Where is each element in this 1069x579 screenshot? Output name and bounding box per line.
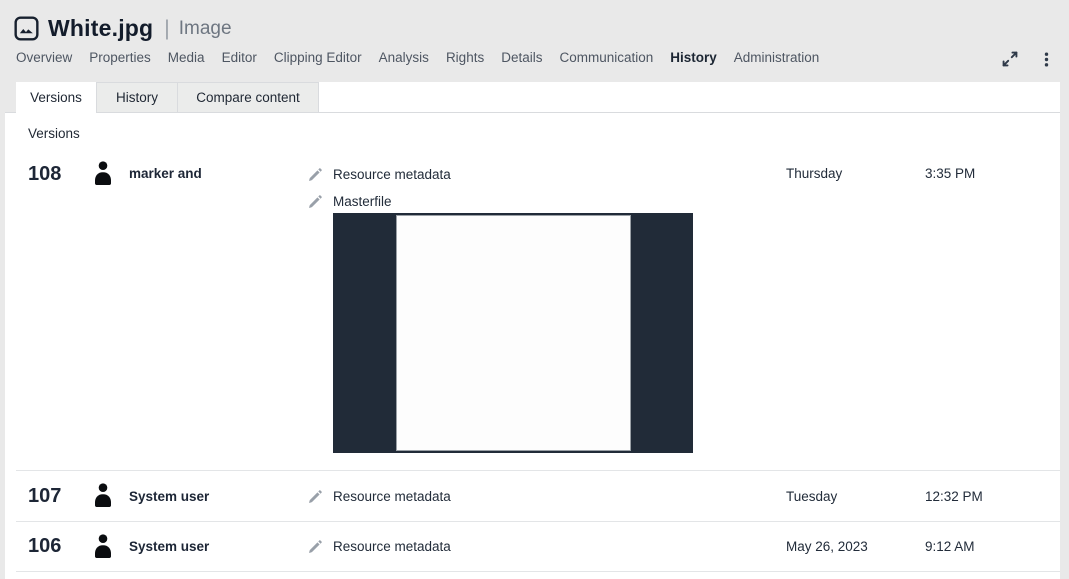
asset-type-label: Image [179, 18, 232, 40]
action-resource-metadata[interactable]: Resource metadata [308, 159, 786, 189]
action-masterfile[interactable]: Masterfile [308, 189, 786, 213]
tab-compare-content[interactable]: Compare content [177, 82, 319, 112]
version-number: 108 [28, 159, 93, 189]
fullscreen-expand-icon[interactable] [999, 48, 1021, 70]
nav-item-properties[interactable]: Properties [89, 50, 151, 65]
version-date: Thursday [786, 159, 925, 189]
nav-item-details[interactable]: Details [501, 50, 542, 65]
person-icon [93, 483, 129, 509]
person-icon [93, 159, 129, 189]
version-actions: Resource metadata [308, 539, 786, 554]
main-nav: Overview Properties Media Editor Clippin… [16, 50, 999, 65]
nav-item-history[interactable]: History [670, 50, 717, 65]
version-user: System user [129, 539, 308, 554]
pencil-icon [308, 539, 323, 554]
version-list: 108 marker and Resource metadata [16, 142, 1060, 572]
version-actions: Resource metadata [308, 489, 786, 504]
version-time: 3:35 PM [925, 159, 1060, 189]
version-time: 12:32 PM [925, 489, 1060, 504]
version-number: 107 [28, 485, 93, 508]
content-panel: Versions History Compare content Version… [5, 82, 1060, 579]
version-actions: Resource metadata Masterfile [308, 159, 786, 453]
action-label: Resource metadata [333, 489, 451, 504]
version-number: 106 [28, 535, 93, 558]
action-label: Resource metadata [333, 167, 451, 182]
pencil-icon [308, 489, 323, 504]
tab-bar: Versions History Compare content [5, 82, 1060, 113]
action-label: Resource metadata [333, 539, 451, 554]
nav-item-editor[interactable]: Editor [222, 50, 257, 65]
pencil-icon [308, 194, 323, 209]
thumbnail-image-area [396, 215, 631, 451]
nav-item-clipping-editor[interactable]: Clipping Editor [274, 50, 362, 65]
pencil-icon [308, 167, 323, 182]
person-icon [93, 534, 129, 560]
kebab-menu-icon[interactable] [1035, 48, 1057, 70]
action-resource-metadata[interactable]: Resource metadata [308, 489, 786, 504]
version-user: marker and [129, 159, 308, 189]
image-icon [14, 16, 40, 42]
tab-history[interactable]: History [96, 82, 177, 112]
nav-item-administration[interactable]: Administration [734, 50, 820, 65]
tab-versions[interactable]: Versions [16, 82, 96, 113]
version-date: Tuesday [786, 489, 925, 504]
version-time: 9:12 AM [925, 539, 1060, 554]
nav-item-overview[interactable]: Overview [16, 50, 72, 65]
version-row-107: 107 System user Resource metadata [16, 470, 1060, 521]
section-title: Versions [28, 126, 1060, 142]
page-title: White.jpg [48, 15, 153, 42]
title-row: White.jpg | Image [14, 15, 232, 42]
action-label: Masterfile [333, 194, 392, 209]
masterfile-thumbnail[interactable] [333, 213, 693, 453]
header-action-icons [999, 48, 1057, 70]
version-row-106: 106 System user Resource metadata [16, 521, 1060, 572]
nav-item-analysis[interactable]: Analysis [379, 50, 429, 65]
asset-header: White.jpg | Image Overview Properties Me… [0, 0, 1069, 82]
version-date: May 26, 2023 [786, 539, 925, 554]
version-row-108: 108 marker and Resource metadata [16, 142, 1060, 470]
title-separator: | [164, 17, 169, 41]
version-user: System user [129, 489, 308, 504]
nav-item-communication[interactable]: Communication [559, 50, 653, 65]
nav-item-media[interactable]: Media [168, 50, 205, 65]
nav-item-rights[interactable]: Rights [446, 50, 484, 65]
tab-bar-spacer [5, 82, 16, 112]
action-resource-metadata[interactable]: Resource metadata [308, 539, 786, 554]
